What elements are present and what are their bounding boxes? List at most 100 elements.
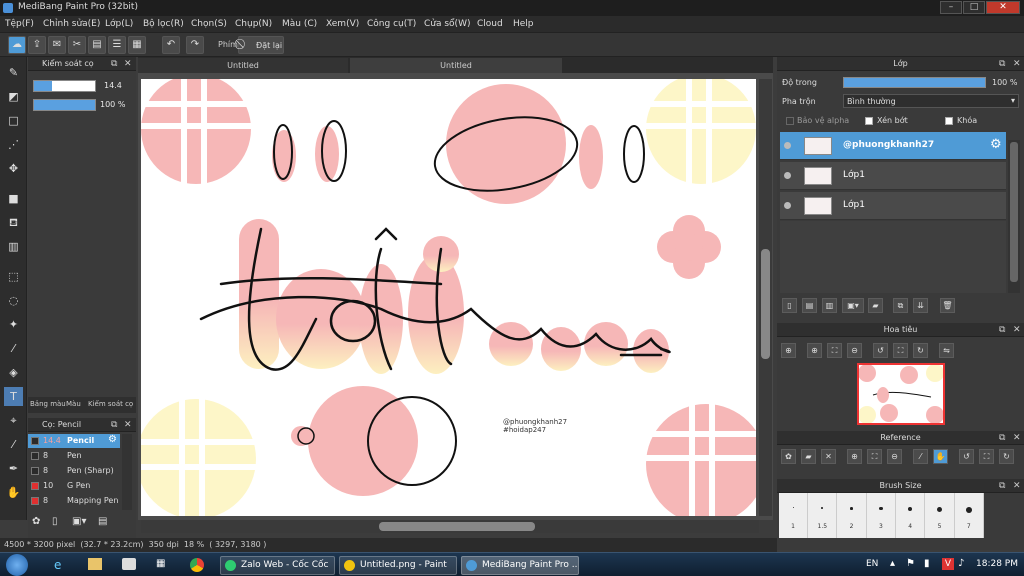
- reset-button[interactable]: ⃠ Đặt lại: [238, 36, 284, 54]
- menu-edit[interactable]: Chỉnh sửa(E): [43, 19, 100, 29]
- layer-scroll-thumb[interactable]: [1010, 142, 1018, 282]
- close-icon[interactable]: ✕: [1013, 57, 1021, 71]
- menu-file[interactable]: Tệp(F): [5, 19, 34, 29]
- comment-icon[interactable]: ✉: [48, 36, 66, 54]
- float-icon[interactable]: ⧉: [999, 431, 1005, 445]
- brush-item[interactable]: 14.4 Pencil ⚙: [28, 434, 120, 448]
- fit-icon[interactable]: ⛶: [827, 343, 842, 358]
- ref-fit-window-icon[interactable]: ⛶: [979, 449, 994, 464]
- vertical-scrollbar[interactable]: [759, 79, 772, 516]
- ref-rotate-right-icon[interactable]: ↻: [999, 449, 1014, 464]
- flag-icon[interactable]: ⚑: [906, 558, 915, 569]
- blend-mode-select[interactable]: Bình thường ▾: [843, 94, 1019, 108]
- size-slider[interactable]: [33, 80, 96, 92]
- list-icon[interactable]: ☰: [108, 36, 126, 54]
- lasso-icon[interactable]: ◌: [4, 291, 23, 310]
- chrome-icon[interactable]: [190, 558, 204, 572]
- add-layer-menu-icon[interactable]: ▣▾: [842, 298, 864, 313]
- media-player-icon[interactable]: [122, 558, 136, 570]
- tab-untitled-2[interactable]: Untitled: [350, 58, 562, 73]
- magic-wand-icon[interactable]: ✦: [4, 315, 23, 334]
- brush-size-cell[interactable]: 2: [838, 493, 867, 538]
- task-zalo[interactable]: Zalo Web - Cốc Cốc: [220, 556, 335, 575]
- close-button[interactable]: ✕: [986, 1, 1020, 14]
- language-indicator[interactable]: EN: [866, 559, 878, 569]
- brush-settings-icon[interactable]: ▤: [98, 516, 112, 530]
- menu-color[interactable]: Màu (C): [282, 19, 317, 29]
- reference-add-icon[interactable]: ✿: [781, 449, 796, 464]
- hand-icon[interactable]: ✋: [4, 483, 23, 502]
- fill-rect-icon[interactable]: ■: [4, 189, 23, 208]
- delete-layer-icon[interactable]: 🗑: [940, 298, 955, 313]
- select-pen-icon[interactable]: ⁄: [4, 339, 23, 358]
- float-icon[interactable]: ⧉: [111, 57, 117, 71]
- new-halftone-layer-icon[interactable]: ▤: [802, 298, 817, 313]
- brush-size-cell[interactable]: 1.5: [808, 493, 838, 538]
- cut-icon[interactable]: ✂: [68, 36, 86, 54]
- tab-untitled-1[interactable]: Untitled: [138, 58, 348, 73]
- float-icon[interactable]: ⧉: [999, 479, 1005, 493]
- ref-hand-icon[interactable]: ✋: [933, 449, 948, 464]
- text-icon[interactable]: T: [4, 387, 23, 406]
- duplicate-layer-icon[interactable]: ⧉: [893, 298, 908, 313]
- close-icon[interactable]: ✕: [1013, 479, 1021, 493]
- cloud-icon[interactable]: ☁: [8, 36, 26, 54]
- folder-icon[interactable]: ▰: [868, 298, 883, 313]
- menu-view[interactable]: Xem(V): [326, 19, 359, 29]
- brush-item[interactable]: 8 Pen: [28, 449, 120, 463]
- brush-menu-icon[interactable]: ▣▾: [72, 516, 92, 530]
- close-icon[interactable]: ✕: [124, 57, 132, 71]
- zoom-in-icon[interactable]: ⊕: [781, 343, 796, 358]
- menu-window[interactable]: Cửa sổ(W): [424, 19, 470, 29]
- menu-filter[interactable]: Bộ lọc(R): [143, 19, 184, 29]
- lock-checkbox[interactable]: [945, 117, 953, 125]
- protect-alpha-checkbox[interactable]: [786, 117, 794, 125]
- layer-scrollbar[interactable]: [1008, 140, 1020, 293]
- eye-icon[interactable]: [784, 172, 791, 179]
- clipping-checkbox[interactable]: [865, 117, 873, 125]
- new-8bit-layer-icon[interactable]: ▥: [822, 298, 837, 313]
- rotate-right-icon[interactable]: ↻: [913, 343, 928, 358]
- bucket-icon[interactable]: ⛾: [4, 213, 23, 232]
- clock[interactable]: 18:28 PM: [976, 559, 1018, 569]
- ref-zoom-in-icon[interactable]: ⊕: [847, 449, 862, 464]
- rectangle-icon[interactable]: □: [4, 111, 23, 130]
- dropper-icon[interactable]: ⁄: [4, 435, 23, 454]
- horizontal-scroll-thumb[interactable]: [379, 522, 535, 531]
- move-icon[interactable]: ✥: [4, 159, 23, 178]
- menu-tools[interactable]: Công cụ(T): [367, 19, 416, 29]
- redo-icon[interactable]: ↷: [186, 36, 204, 54]
- task-paint[interactable]: Untitled.png - Paint: [339, 556, 457, 575]
- flip-icon[interactable]: ⇋: [939, 343, 954, 358]
- select-rect-icon[interactable]: ⬚: [4, 267, 23, 286]
- explorer-icon[interactable]: [88, 558, 102, 570]
- menu-cloud[interactable]: Cloud: [477, 19, 503, 29]
- menu-layer[interactable]: Lớp(L): [105, 19, 133, 29]
- start-button[interactable]: [6, 554, 28, 576]
- menu-select[interactable]: Chọn(S): [191, 19, 227, 29]
- eye-icon[interactable]: [784, 202, 791, 209]
- gear-icon[interactable]: ⚙: [990, 137, 1002, 152]
- task-medibang[interactable]: MediBang Paint Pro ...: [461, 556, 579, 575]
- gradient-icon[interactable]: ▥: [4, 237, 23, 256]
- horizontal-scrollbar[interactable]: [141, 520, 759, 533]
- drawing-canvas[interactable]: @phuongkhanh27 #hoidap247: [141, 79, 756, 516]
- eraser-icon[interactable]: ◩: [4, 87, 23, 106]
- brush-size-cell[interactable]: 7: [955, 493, 984, 538]
- fit-window-icon[interactable]: ⛶: [893, 343, 908, 358]
- operation-icon[interactable]: ⌖: [4, 411, 23, 430]
- grid-icon[interactable]: ▦: [128, 36, 146, 54]
- merge-layer-icon[interactable]: ⇊: [913, 298, 928, 313]
- brush-icon[interactable]: ✎: [4, 63, 23, 82]
- ref-zoom-out-icon[interactable]: ⊖: [887, 449, 902, 464]
- brush-item[interactable]: 10 G Pen: [28, 479, 120, 493]
- brush-item[interactable]: 8 Pen (Sharp): [28, 464, 120, 478]
- zoom-in-2-icon[interactable]: ⊕: [807, 343, 822, 358]
- document-icon[interactable]: ▤: [88, 36, 106, 54]
- layer-row[interactable]: @phuongkhanh27 ⚙: [780, 132, 1006, 160]
- dot-brush-icon[interactable]: ⋰: [4, 135, 23, 154]
- brush-size-cell[interactable]: 4: [896, 493, 926, 538]
- network-icon[interactable]: ▮: [924, 558, 930, 569]
- tray-arrow-icon[interactable]: ▴: [890, 558, 895, 569]
- close-icon[interactable]: ✕: [1013, 431, 1021, 445]
